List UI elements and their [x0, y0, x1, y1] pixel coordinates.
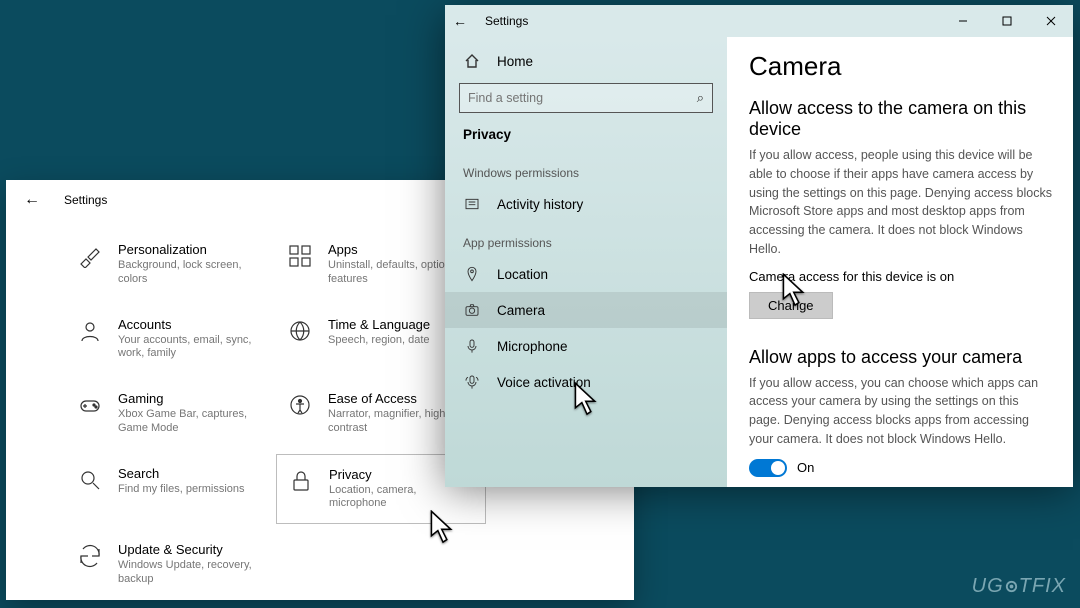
- nav-home[interactable]: Home: [445, 43, 727, 79]
- window-chrome: ← Settings: [445, 5, 1073, 37]
- description-app-access: If you allow access, you can choose whic…: [749, 374, 1053, 449]
- back-arrow-icon[interactable]: ←: [453, 13, 467, 29]
- section-heading-device-access: Allow access to the camera on this devic…: [749, 98, 1053, 140]
- category-subtitle: Speech, region, date: [328, 334, 430, 348]
- section-windows-permissions: Windows permissions: [445, 152, 727, 186]
- category-title: Time & Language: [328, 317, 430, 332]
- nav-label: Microphone: [497, 339, 568, 354]
- globe-icon: [286, 317, 314, 345]
- change-button[interactable]: Change: [749, 292, 833, 319]
- category-title: Gaming: [118, 391, 266, 406]
- minimize-button[interactable]: [941, 5, 985, 37]
- page-heading: Camera: [749, 51, 1053, 82]
- window-title: Settings: [64, 193, 107, 207]
- nav-label: Home: [497, 54, 533, 69]
- section-heading-app-access: Allow apps to access your camera: [749, 347, 1053, 368]
- lock-icon: [287, 467, 315, 495]
- history-icon: [463, 196, 481, 212]
- search-field[interactable]: [468, 91, 697, 105]
- category-subtitle: Background, lock screen, colors: [118, 259, 266, 287]
- category-label: Privacy: [445, 123, 727, 152]
- brush-icon: [76, 242, 104, 270]
- category-accounts[interactable]: Accounts Your accounts, email, sync, work…: [66, 305, 276, 374]
- settings-privacy-window: ← Settings Home ⌕ Privacy Windows permis…: [445, 5, 1073, 480]
- nav-voice[interactable]: Voice activation: [445, 364, 727, 400]
- nav-label: Activity history: [497, 197, 583, 212]
- gear-icon: [1004, 577, 1019, 600]
- home-icon: [463, 53, 481, 69]
- search-icon: ⌕: [697, 90, 704, 106]
- category-title: Personalization: [118, 242, 266, 257]
- close-button[interactable]: [1029, 5, 1073, 37]
- grid-icon: [286, 242, 314, 270]
- category-subtitle: Windows Update, recovery, backup: [118, 559, 266, 587]
- category-subtitle: Your accounts, email, sync, work, family: [118, 334, 266, 362]
- back-arrow-icon[interactable]: ←: [24, 191, 40, 209]
- nav-camera[interactable]: Camera: [445, 292, 727, 328]
- nav-label: Voice activation: [497, 375, 591, 390]
- category-personalization[interactable]: Personalization Background, lock screen, …: [66, 230, 276, 299]
- category-gaming[interactable]: Gaming Xbox Game Bar, captures, Game Mode: [66, 379, 276, 448]
- maximize-button[interactable]: [985, 5, 1029, 37]
- category-title: Accounts: [118, 317, 266, 332]
- access-icon: [286, 391, 314, 419]
- category-subtitle: Find my files, permissions: [118, 483, 245, 497]
- category-subtitle: Xbox Game Bar, captures, Game Mode: [118, 408, 266, 436]
- search-input[interactable]: ⌕: [459, 83, 713, 113]
- watermark: UGTFIX: [972, 575, 1066, 600]
- voice-icon: [463, 374, 481, 390]
- toggle-label: On: [797, 460, 814, 475]
- pin-icon: [463, 266, 481, 282]
- game-icon: [76, 391, 104, 419]
- category-search[interactable]: Search Find my files, permissions: [66, 454, 276, 525]
- category-title: Update & Security: [118, 542, 266, 557]
- category-subtitle: Location, camera, microphone: [329, 484, 475, 512]
- search-icon: [76, 466, 104, 494]
- nav-label: Camera: [497, 303, 545, 318]
- nav-microphone[interactable]: Microphone: [445, 328, 727, 364]
- mic-icon: [463, 338, 481, 354]
- nav-label: Location: [497, 267, 548, 282]
- nav-location[interactable]: Location: [445, 256, 727, 292]
- section-app-permissions: App permissions: [445, 222, 727, 256]
- device-access-status: Camera access for this device is on: [749, 269, 1053, 284]
- nav-activity[interactable]: Activity history: [445, 186, 727, 222]
- camera-icon: [463, 302, 481, 318]
- window-title: Settings: [485, 14, 528, 28]
- sidebar: Home ⌕ Privacy Windows permissions Activ…: [445, 37, 727, 487]
- content-pane: Camera Allow access to the camera on thi…: [727, 37, 1073, 487]
- category-title: Search: [118, 466, 245, 481]
- app-access-toggle[interactable]: [749, 459, 787, 477]
- person-icon: [76, 317, 104, 345]
- sync-icon: [76, 542, 104, 570]
- category-update[interactable]: Update & Security Windows Update, recover…: [66, 530, 276, 599]
- description-device-access: If you allow access, people using this d…: [749, 146, 1053, 259]
